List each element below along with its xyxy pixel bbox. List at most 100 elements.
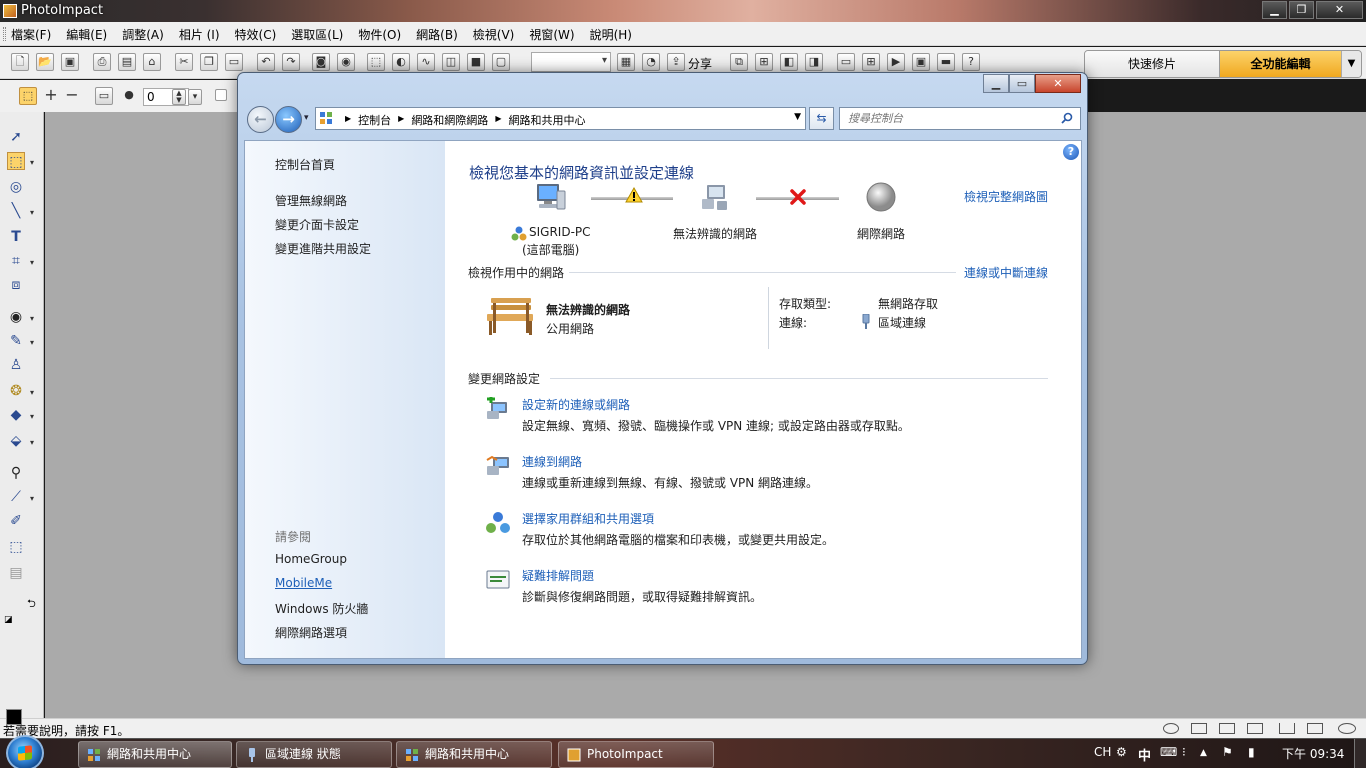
subtract-icon[interactable]: − — [63, 87, 81, 105]
share-label[interactable]: 分享 — [688, 55, 712, 72]
menu-effects[interactable]: 特效(C) — [235, 26, 277, 43]
breadcrumb-separator-icon[interactable]: ▶ — [398, 112, 404, 128]
status-grid-icon[interactable] — [1191, 723, 1207, 734]
breadcrumb-separator-icon[interactable]: ▶ — [495, 112, 501, 128]
mode-dropdown-icon[interactable]: ▼ — [1341, 51, 1361, 77]
back-button[interactable]: ← — [247, 106, 274, 133]
curve-icon[interactable]: ∿ — [417, 53, 435, 71]
sidebar-manage-wireless[interactable]: 管理無線網路 — [275, 192, 347, 209]
retouch-tool-arrow-icon[interactable]: ▾ — [30, 388, 34, 397]
panel-manager-icon[interactable]: ⊞ — [755, 53, 773, 71]
breadcrumb-control-panel[interactable]: 控制台 — [358, 112, 391, 128]
window-minimize-button[interactable]: ▁ — [983, 74, 1009, 93]
reset-colors-icon[interactable]: ◪ — [4, 615, 13, 625]
monitor-icon[interactable]: ▬ — [937, 53, 955, 71]
new-file-icon[interactable]: 🗋 — [11, 53, 29, 71]
transform-tool-icon[interactable]: ⧈ — [7, 276, 25, 294]
redeye-tool-arrow-icon[interactable]: ▾ — [30, 314, 34, 323]
value-spin-icon[interactable]: ▲ ▼ — [172, 89, 186, 105]
share-icon[interactable]: ⇪ — [667, 53, 685, 71]
value-dropdown-icon[interactable]: ▾ — [188, 89, 202, 105]
eraser-tool-arrow-icon[interactable]: ▾ — [30, 412, 34, 421]
antialias-checkbox[interactable] — [215, 89, 227, 101]
ime-punct-icon[interactable]: ⁝ — [1182, 745, 1186, 759]
ime-toolbar-icon[interactable]: ⌨ — [1160, 745, 1177, 759]
print-preview-icon[interactable]: ▤ — [118, 53, 136, 71]
fill-tool-arrow-icon[interactable]: ▾ — [30, 438, 34, 447]
recent-pages-icon[interactable]: ▾ — [304, 113, 309, 123]
taskbar-photoimpact[interactable]: PhotoImpact — [558, 741, 714, 768]
menu-view[interactable]: 檢視(V) — [473, 26, 515, 43]
see-also-firewall[interactable]: Windows 防火牆 — [275, 600, 368, 617]
search-icon[interactable] — [1061, 112, 1073, 124]
cut-icon[interactable]: ✂ — [175, 53, 193, 71]
taskbar-local-connection-status[interactable]: 區域連線 狀態 — [236, 741, 392, 768]
menu-help[interactable]: 說明(H) — [590, 26, 632, 43]
breadcrumb-network-center[interactable]: 網路和共用中心 — [508, 112, 585, 128]
batch-icon[interactable]: ▦ — [617, 53, 635, 71]
paste-icon[interactable]: ▭ — [225, 53, 243, 71]
status-frame-icon[interactable] — [1219, 723, 1235, 734]
menu-edit[interactable]: 編輯(E) — [66, 26, 107, 43]
copy-icon[interactable]: ❐ — [200, 53, 218, 71]
menu-object[interactable]: 物件(O) — [358, 26, 401, 43]
fill-tool-icon[interactable]: ⬙ — [7, 432, 25, 450]
start-button[interactable] — [6, 735, 44, 768]
redeye-tool-icon[interactable]: ◉ — [7, 308, 25, 326]
clone-tool-icon[interactable]: ♙ — [7, 356, 25, 374]
retouch-tool-icon[interactable]: ❂ — [7, 382, 25, 400]
stamp-tool-icon[interactable]: ▤ — [7, 564, 25, 582]
view-full-map-link[interactable]: 檢視完整網路圖 — [964, 188, 1048, 205]
crop-tool-arrow-icon[interactable]: ▾ — [30, 258, 34, 267]
layers-icon[interactable]: ⧉ — [730, 53, 748, 71]
ime-mode[interactable]: 中 — [1138, 745, 1151, 764]
menu-photo[interactable]: 相片 (I) — [179, 26, 220, 43]
menu-adjust[interactable]: 調整(A) — [122, 26, 164, 43]
address-dropdown-icon[interactable]: ▼ — [794, 112, 801, 122]
power-icon[interactable]: ▮ — [1248, 745, 1255, 759]
eyedropper-tool-icon[interactable]: ⟋ — [7, 488, 25, 506]
line-tool-arrow-icon[interactable]: ▾ — [30, 208, 34, 217]
capture-icon[interactable]: ◉ — [337, 53, 355, 71]
clock[interactable]: 下午 09:34 — [1282, 745, 1344, 762]
forward-button[interactable]: → — [275, 106, 302, 133]
ime-settings-icon[interactable]: ⚙ — [1116, 745, 1127, 759]
task-homegroup-link[interactable]: 選擇家用群組和共用選項 — [522, 510, 654, 527]
menu-web[interactable]: 網路(B) — [416, 26, 458, 43]
status-preview-icon[interactable] — [1307, 723, 1323, 734]
eyedropper-tool-arrow-icon[interactable]: ▾ — [30, 494, 34, 503]
status-eye-icon[interactable] — [1338, 723, 1356, 734]
show-desktop-button[interactable] — [1354, 739, 1366, 768]
zoom-combo[interactable] — [531, 52, 611, 72]
menu-grip[interactable] — [3, 27, 6, 41]
tab-quick-fix[interactable]: 快速修片 — [1085, 51, 1219, 77]
breadcrumb-separator-icon[interactable]: ▶ — [345, 112, 351, 128]
task-new-connection-link[interactable]: 設定新的連線或網路 — [522, 396, 630, 413]
eraser-tool-icon[interactable]: ◆ — [7, 406, 25, 424]
show-hidden-icons[interactable]: ▲ — [1200, 748, 1207, 758]
path-tool-icon[interactable]: ⬚ — [7, 538, 25, 556]
swap-colors-icon[interactable]: ⮌ — [27, 595, 36, 614]
paint-tool-arrow-icon[interactable]: ▾ — [30, 338, 34, 347]
tab-full-edit[interactable]: 全功能編輯 — [1219, 51, 1341, 77]
easy-palette-icon[interactable]: ◧ — [780, 53, 798, 71]
quick-command-icon[interactable]: ◨ — [805, 53, 823, 71]
search-input[interactable] — [848, 110, 1048, 127]
app-close-button[interactable]: ✕ — [1316, 1, 1363, 19]
lasso-tool-icon[interactable]: ◎ — [7, 178, 25, 196]
paint-tool-icon[interactable]: ✎ — [7, 332, 25, 350]
marker-tool-icon[interactable]: ✐ — [7, 512, 25, 530]
status-ruler-icon[interactable] — [1279, 723, 1295, 734]
add-icon[interactable]: + — [42, 87, 60, 105]
language-indicator[interactable]: CH — [1094, 745, 1111, 759]
app-maximize-button[interactable]: ❐ — [1289, 1, 1314, 19]
breadcrumb-network-internet[interactable]: 網路和網際網路 — [411, 112, 488, 128]
grid-icon[interactable]: ⊞ — [862, 53, 880, 71]
address-bar[interactable]: ▶ 控制台 ▶ 網路和網際網路 ▶ 網路和共用中心 ▼ — [315, 107, 806, 130]
help-icon[interactable]: ? — [1063, 144, 1079, 160]
see-also-internet-options[interactable]: 網際網路選項 — [275, 624, 347, 641]
help-icon[interactable]: ? — [962, 53, 980, 71]
task-troubleshoot-link[interactable]: 疑難排解問題 — [522, 567, 594, 584]
brightness-icon[interactable]: ◐ — [392, 53, 410, 71]
slideshow-icon[interactable]: ▭ — [837, 53, 855, 71]
